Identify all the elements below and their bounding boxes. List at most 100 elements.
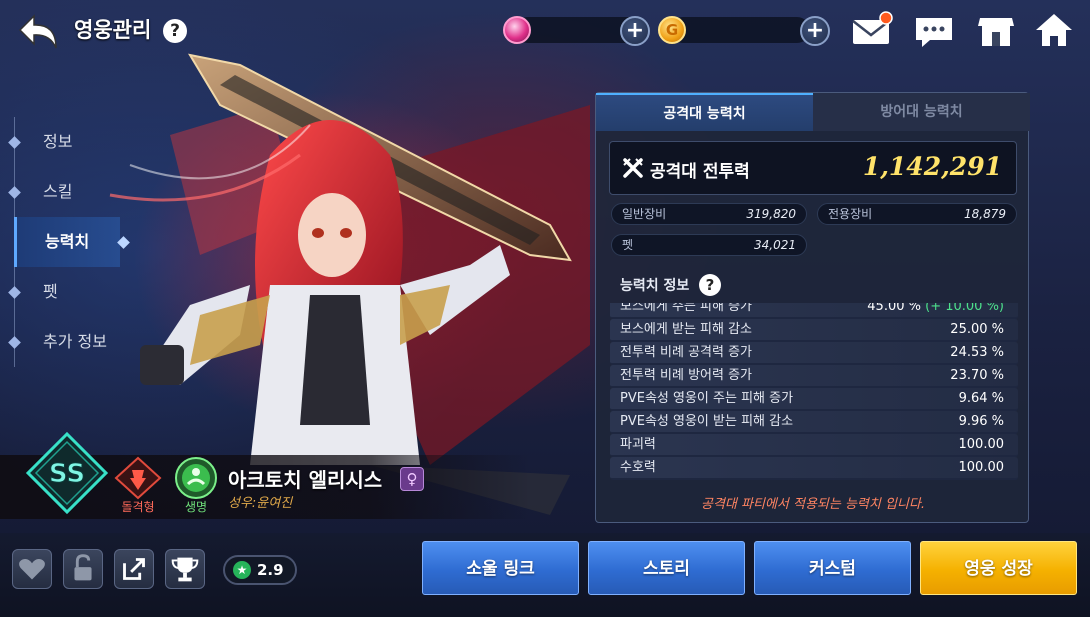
tab-label: 능력치 xyxy=(45,232,90,251)
tab-diamond-icon xyxy=(8,286,21,299)
pet-power-pill: 펫 34,021 xyxy=(611,234,807,256)
stat-list: 보스에게 주는 피해 증가 45.00 % (+ 10.00 %) 보스에게 받… xyxy=(610,303,1018,480)
combat-power-box: 공격대 전투력 1,142,291 xyxy=(609,141,1017,195)
equipment-normal-pill: 일반장비 319,820 xyxy=(611,203,807,225)
stat-label: 보스에게 받는 피해 감소 xyxy=(620,322,752,337)
stat-row: PVE속성 영웅이 주는 피해 증가 9.64 % xyxy=(610,388,1018,411)
star-icon: ★ xyxy=(233,561,251,579)
stat-row: 수호력 100.00 xyxy=(610,457,1018,480)
stats-panel: 공격대 능력치 방어대 능력치 공격대 전투력 1,142,291 일반장비 3… xyxy=(595,92,1030,523)
share-button[interactable] xyxy=(114,549,154,589)
stat-label: PVE속성 영웅이 주는 피해 증가 xyxy=(620,391,794,406)
lock-button[interactable] xyxy=(63,549,103,589)
tab-info[interactable]: 정보 xyxy=(8,117,132,167)
pill-label: 전용장비 xyxy=(828,207,873,221)
tab-label: 추가 정보 xyxy=(43,332,107,351)
tab-diamond-icon xyxy=(117,236,130,249)
stat-info-heading: 능력치 정보 xyxy=(620,278,690,294)
female-gender-icon: ♀ xyxy=(400,467,424,491)
tab-stats[interactable]: 능력치 xyxy=(14,217,130,267)
heart-icon xyxy=(19,559,45,580)
rating-badge[interactable]: ★ 2.9 xyxy=(223,555,297,585)
stat-value: 100.00 xyxy=(958,437,1005,452)
tab-label: 펫 xyxy=(43,282,58,301)
pill-value: 18,879 xyxy=(964,207,1006,221)
shop-icon[interactable] xyxy=(974,10,1018,50)
element-label: 생명 xyxy=(184,500,208,514)
combat-power-value: 1,142,291 xyxy=(862,152,1002,181)
tab-skill[interactable]: 스킬 xyxy=(8,167,132,217)
story-button[interactable]: 스토리 xyxy=(588,541,745,595)
stat-value: 24.53 % xyxy=(950,345,1004,360)
stat-bonus: (+ 10.00 %) xyxy=(925,303,1004,314)
tab-defense-party-stats[interactable]: 방어대 능력치 xyxy=(813,93,1030,131)
stat-label: 보스에게 주는 피해 증가 xyxy=(620,303,752,314)
stat-value: 9.64 % xyxy=(958,391,1004,406)
add-gold-button[interactable]: + xyxy=(800,16,830,46)
equipment-exclusive-pill: 전용장비 18,879 xyxy=(817,203,1017,225)
rating-value: 2.9 xyxy=(257,561,284,579)
stat-value: 9.96 % xyxy=(958,414,1004,429)
trophy-icon xyxy=(171,557,199,582)
stat-row: 파괴력 100.00 xyxy=(610,434,1018,457)
stat-row: 보스에게 받는 피해 감소 25.00 % xyxy=(610,319,1018,342)
soul-link-button[interactable]: 소울 링크 xyxy=(422,541,579,595)
gem-icon xyxy=(503,16,531,44)
add-gem-button[interactable]: + xyxy=(620,16,650,46)
tab-label: 스킬 xyxy=(43,182,73,201)
hero-character-art xyxy=(109,53,590,515)
combat-power-label: 공격대 전투력 xyxy=(650,162,750,182)
tab-pet[interactable]: 펫 xyxy=(8,267,132,317)
stat-label: 파괴력 xyxy=(620,437,656,452)
stat-label: PVE속성 영웅이 받는 피해 감소 xyxy=(620,414,794,429)
favorite-button[interactable] xyxy=(12,549,52,589)
panel-note: 공격대 파티에서 적용되는 능력치 입니다. xyxy=(701,497,925,512)
pill-label: 일반장비 xyxy=(622,207,667,221)
stat-row: 보스에게 주는 피해 증가 45.00 % (+ 10.00 %) xyxy=(610,303,1018,319)
back-arrow-icon[interactable] xyxy=(16,10,64,54)
custom-button[interactable]: 커스텀 xyxy=(754,541,911,595)
voice-actor: 성우:윤여진 xyxy=(228,496,293,511)
pill-value: 319,820 xyxy=(746,207,796,221)
help-icon[interactable]: ? xyxy=(163,19,187,43)
role-label: 돌격형 xyxy=(121,500,155,514)
hero-management-screen: 영웅관리 ? + G + 정보 스킬 능력치 펫 추가 정보 SS 돌격형 생명… xyxy=(0,0,1090,617)
page-title: 영웅관리 xyxy=(74,18,152,42)
grade-text: SS xyxy=(49,459,85,489)
grade-badge-icon: SS xyxy=(25,431,109,515)
stat-label: 전투력 비례 공격력 증가 xyxy=(620,345,752,360)
chat-icon[interactable] xyxy=(912,10,956,50)
pill-label: 펫 xyxy=(622,238,634,252)
stat-value: 100.00 xyxy=(958,460,1005,475)
assault-role-icon xyxy=(114,456,162,500)
hero-tab-list: 정보 스킬 능력치 펫 추가 정보 xyxy=(8,117,132,367)
help-icon[interactable]: ? xyxy=(699,274,721,296)
tab-label: 정보 xyxy=(43,132,73,151)
unlock-icon xyxy=(74,554,92,581)
stat-label: 전투력 비례 방어력 증가 xyxy=(620,368,752,383)
stat-value: 25.00 % xyxy=(950,322,1004,337)
mail-icon[interactable] xyxy=(850,10,894,50)
tab-diamond-icon xyxy=(8,136,21,149)
stat-row: 전투력 비례 공격력 증가 24.53 % xyxy=(610,342,1018,365)
stat-value: 45.00 % (+ 10.00 %) xyxy=(867,303,1004,317)
tab-attack-party-stats[interactable]: 공격대 능력치 xyxy=(596,93,813,131)
tab-extra-info[interactable]: 추가 정보 xyxy=(8,317,132,367)
hero-growth-button[interactable]: 영웅 성장 xyxy=(920,541,1077,595)
stat-row: PVE속성 영웅이 받는 피해 감소 9.96 % xyxy=(610,411,1018,434)
stat-label: 수호력 xyxy=(620,460,656,475)
stat-list-scroll[interactable]: 보스에게 주는 피해 증가 45.00 % (+ 10.00 %) 보스에게 받… xyxy=(610,303,1018,483)
hero-name: 아크토치 엘리시스 xyxy=(228,468,383,492)
gold-currency-bar xyxy=(670,17,810,43)
pill-value: 34,021 xyxy=(754,238,796,252)
tab-diamond-icon xyxy=(8,336,21,349)
stat-value: 23.70 % xyxy=(950,368,1004,383)
home-icon[interactable] xyxy=(1032,10,1076,50)
stat-row: 전투력 비례 방어력 증가 23.70 % xyxy=(610,365,1018,388)
trophy-button[interactable] xyxy=(165,549,205,589)
tab-diamond-icon xyxy=(8,186,21,199)
gold-coin-icon: G xyxy=(658,16,686,44)
crossed-swords-icon xyxy=(623,158,643,178)
life-element-icon xyxy=(175,457,217,499)
share-icon xyxy=(123,558,145,580)
